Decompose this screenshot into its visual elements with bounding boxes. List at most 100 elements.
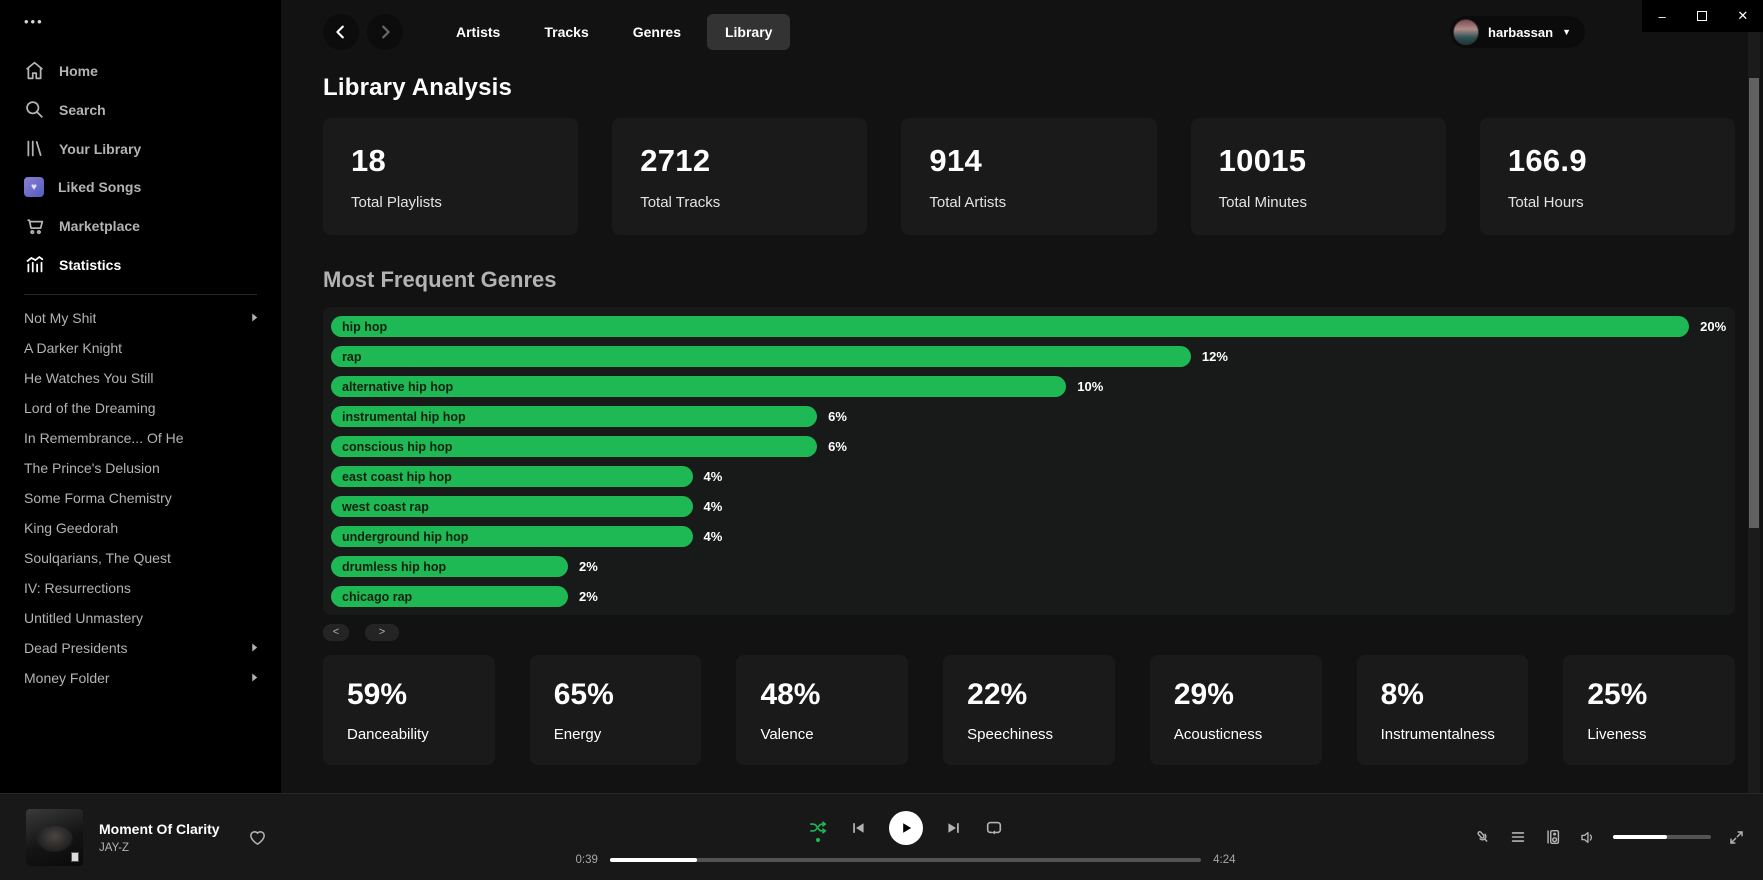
playlist-label: Money Folder [24,670,110,686]
album-art[interactable] [26,809,83,866]
fullscreen-button[interactable] [1728,829,1745,846]
track-artist[interactable]: JAY-Z [99,842,220,854]
feature-label: Speechiness [967,726,1091,743]
liked-songs-heart-icon: ♥ [24,177,44,197]
chevron-down-icon: ▼ [1562,27,1571,37]
like-track-button[interactable] [248,828,267,847]
view-tabs: ArtistsTracksGenresLibrary [438,14,790,50]
stat-card: 10015Total Minutes [1191,118,1446,235]
sidebar-item-search[interactable]: Search [0,90,281,129]
library-stats-row: 18Total Playlists2712Total Tracks914Tota… [323,118,1735,235]
stat-label: Total Minutes [1219,194,1418,211]
volume-button[interactable] [1579,829,1596,846]
feature-label: Energy [554,726,678,743]
close-button[interactable]: ✕ [1723,0,1763,32]
minimize-button[interactable]: – [1642,0,1682,32]
sidebar-item-your-library[interactable]: Your Library [0,129,281,168]
feature-card: 8%Instrumentalness [1357,655,1529,765]
tab-genres[interactable]: Genres [615,14,699,50]
sidebar-item-home[interactable]: Home [0,51,281,90]
statistics-icon [24,254,45,275]
maximize-button[interactable] [1682,0,1722,32]
chevron-right-icon [250,640,259,656]
avatar [1453,19,1479,45]
lyrics-button[interactable] [1474,828,1492,846]
scrollbar-thumb[interactable] [1749,78,1759,528]
playlist-item[interactable]: Untitled Unmastery [0,603,281,633]
tab-library[interactable]: Library [707,14,790,50]
search-icon [24,99,45,120]
stat-label: Total Hours [1508,194,1707,211]
chart-prev-page-button[interactable]: < [323,624,349,641]
playlist-item[interactable]: In Remembrance... Of He [0,423,281,453]
playlist-item[interactable]: Soulqarians, The Quest [0,543,281,573]
track-title[interactable]: Moment Of Clarity [99,821,220,837]
play-icon [898,820,914,836]
playlist-item[interactable]: King Geedorah [0,513,281,543]
app-menu-icon[interactable]: ••• [0,8,281,29]
genre-bar-row: drumless hip hop2% [331,556,1727,577]
tab-artists[interactable]: Artists [438,14,518,50]
feature-label: Instrumentalness [1381,726,1505,743]
chevron-right-icon [250,670,259,686]
connect-device-button[interactable] [1544,828,1562,846]
queue-button[interactable] [1509,828,1527,846]
forward-button[interactable] [367,14,403,50]
playlist-item[interactable]: Dead Presidents [0,633,281,663]
feature-card: 22%Speechiness [943,655,1115,765]
feature-label: Valence [760,726,884,743]
sidebar-item-label: Marketplace [59,218,140,234]
progress-bar[interactable] [610,858,1201,862]
play-button[interactable] [889,811,923,845]
playlist-item[interactable]: IV: Resurrections [0,573,281,603]
sidebar-item-liked-songs[interactable]: ♥ Liked Songs [0,168,281,206]
previous-track-button[interactable] [850,820,866,836]
playlist-label: Not My Shit [24,310,96,326]
feature-label: Acousticness [1174,726,1298,743]
shuffle-button[interactable] [809,820,827,835]
close-icon: ✕ [1737,8,1748,24]
repeat-button[interactable] [985,819,1003,836]
genre-bar: east coast hip hop [331,466,693,487]
genre-label: alternative hip hop [342,380,453,394]
playlist-item[interactable]: The Prince's Delusion [0,453,281,483]
genre-bar-row: rap 12% [331,346,1727,367]
playlist-item[interactable]: Some Forma Chemistry [0,483,281,513]
playlist-label: He Watches You Still [24,370,153,386]
main-content: ArtistsTracksGenresLibrary harbassan ▼ L… [281,0,1763,793]
heart-outline-icon [248,828,267,847]
stat-label: Total Playlists [351,194,550,211]
playback-controls [809,809,1003,847]
stat-value: 914 [929,143,1128,179]
playlist-label: The Prince's Delusion [24,460,160,476]
playlist-item[interactable]: He Watches You Still [0,363,281,393]
stat-value: 18 [351,143,550,179]
skip-back-icon [850,820,866,836]
cart-icon [24,215,45,236]
genre-percent-label: 12% [1202,349,1228,364]
sidebar-divider [24,294,257,295]
volume-icon [1579,829,1596,846]
stat-card: 18 Total Playlists [323,118,578,235]
back-button[interactable] [323,14,359,50]
user-menu[interactable]: harbassan ▼ [1450,16,1585,48]
volume-slider[interactable] [1613,835,1711,839]
playlist-label: IV: Resurrections [24,580,131,596]
genre-bar: rap [331,346,1191,367]
sidebar-item-marketplace[interactable]: Marketplace [0,206,281,245]
playlist-item[interactable]: Money Folder [0,663,281,693]
genre-label: instrumental hip hop [342,410,466,424]
stat-label: Total Artists [929,194,1128,211]
playlist-item[interactable]: A Darker Knight [0,333,281,363]
genre-label: drumless hip hop [342,560,446,574]
genre-bar-row: alternative hip hop10% [331,376,1727,397]
sidebar: ••• Home Search Your Library ♥ Liked Son… [0,0,281,793]
tab-tracks[interactable]: Tracks [526,14,606,50]
playlist-item[interactable]: Lord of the Dreaming [0,393,281,423]
next-track-button[interactable] [946,820,962,836]
sidebar-item-label: Your Library [59,141,141,157]
page-title: Library Analysis [323,74,1735,102]
playlist-item[interactable]: Not My Shit [0,303,281,333]
sidebar-item-statistics[interactable]: Statistics [0,245,281,284]
chart-next-page-button[interactable]: > [365,624,399,641]
